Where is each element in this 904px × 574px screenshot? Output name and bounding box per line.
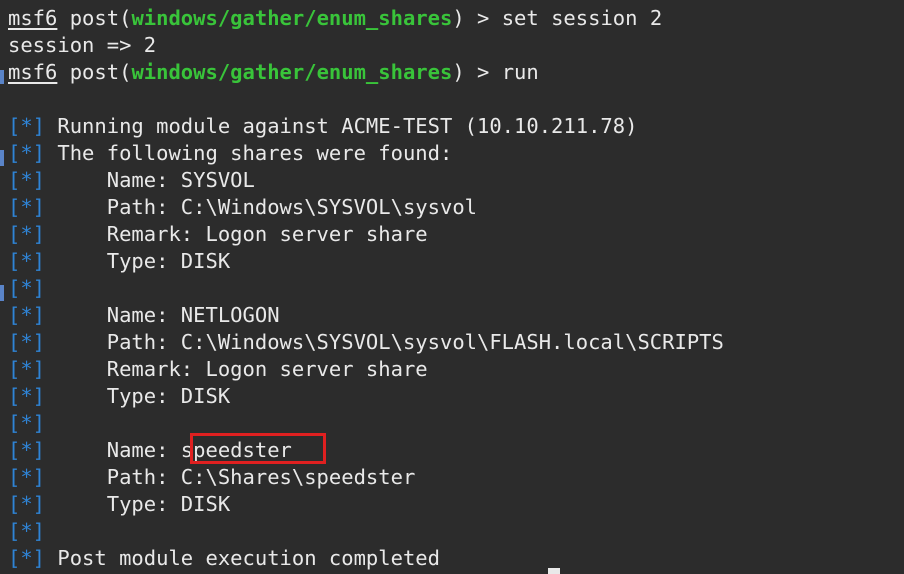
status-tag: [*] [8, 411, 46, 435]
output-line: [*] Remark: Logon server share [8, 221, 428, 248]
status-tag: [*] [8, 492, 46, 516]
status-tag: [*] [8, 276, 46, 300]
output-text: Running module against ACME-TEST (10.10.… [45, 114, 638, 138]
output-text: Name: NETLOGON [45, 303, 280, 327]
window-edge-mark [0, 285, 4, 301]
output-text: Type: DISK [45, 384, 231, 408]
output-line: [*] Path: C:\Windows\SYSVOL\sysvol\FLASH… [8, 329, 724, 356]
command-text: ) > run [452, 60, 539, 84]
status-tag: [*] [8, 438, 46, 462]
output-text: Path: C:\Windows\SYSVOL\sysvol\FLASH.loc… [45, 330, 724, 354]
output-text: The following shares were found: [45, 141, 453, 165]
output-line: [*] [8, 275, 45, 302]
output-line: [*] Name: SYSVOL [8, 167, 255, 194]
output-line: [*] Post module execution completed [8, 545, 440, 572]
output-line: [*] Name: NETLOGON [8, 302, 280, 329]
module-path: windows/gather/enum_shares [131, 6, 453, 30]
output-line: [*] Path: C:\Windows\SYSVOL\sysvol [8, 194, 477, 221]
command-line: msf6 post(windows/gather/enum_shares) > … [8, 5, 662, 32]
command-text: post( [57, 60, 132, 84]
output-line: [*] Type: DISK [8, 248, 230, 275]
status-tag: [*] [8, 168, 46, 192]
output-line: [*] Type: DISK [8, 383, 230, 410]
msf-prompt: msf6 [8, 60, 58, 84]
output-text: Remark: Logon server share [45, 357, 428, 381]
status-tag: [*] [8, 357, 46, 381]
status-tag: [*] [8, 384, 46, 408]
output-text: Type: DISK [45, 492, 231, 516]
status-tag: [*] [8, 249, 46, 273]
status-tag: [*] [8, 114, 46, 138]
text-cursor [548, 568, 560, 574]
output-line: [*] Running module against ACME-TEST (10… [8, 113, 637, 140]
window-edge-mark [0, 70, 4, 84]
status-tag: [*] [8, 519, 46, 543]
output-line: [*] Type: DISK [8, 491, 230, 518]
command-text: post( [57, 6, 132, 30]
status-tag: [*] [8, 546, 46, 570]
msf-prompt: msf6 [8, 6, 58, 30]
output-line: [*] The following shares were found: [8, 140, 452, 167]
terminal-window[interactable]: msf6 post(windows/gather/enum_shares) > … [0, 0, 904, 574]
command-line: msf6 post(windows/gather/enum_shares) > … [8, 59, 539, 86]
output-text: Remark: Logon server share [45, 222, 428, 246]
output-line: session => 2 [8, 33, 157, 57]
output-text: Type: DISK [45, 249, 231, 273]
output-text: Path: C:\Windows\SYSVOL\sysvol [45, 195, 478, 219]
output-text: Name: SYSVOL [45, 168, 255, 192]
module-path: windows/gather/enum_shares [131, 60, 453, 84]
status-tag: [*] [8, 222, 46, 246]
output-line: [*] [8, 518, 45, 545]
output-text: Post module execution completed [45, 546, 440, 570]
output-text: Path: C:\Shares\speedster [45, 465, 416, 489]
window-edge-mark [0, 150, 4, 166]
command-text: ) > set session 2 [452, 6, 663, 30]
status-tag: [*] [8, 330, 46, 354]
status-tag: [*] [8, 141, 46, 165]
status-tag: [*] [8, 465, 46, 489]
status-tag: [*] [8, 303, 46, 327]
share-name-highlight [190, 433, 326, 464]
status-tag: [*] [8, 195, 46, 219]
output-line: [*] Path: C:\Shares\speedster [8, 464, 415, 491]
output-line: [*] Remark: Logon server share [8, 356, 428, 383]
output-line: [*] [8, 410, 45, 437]
